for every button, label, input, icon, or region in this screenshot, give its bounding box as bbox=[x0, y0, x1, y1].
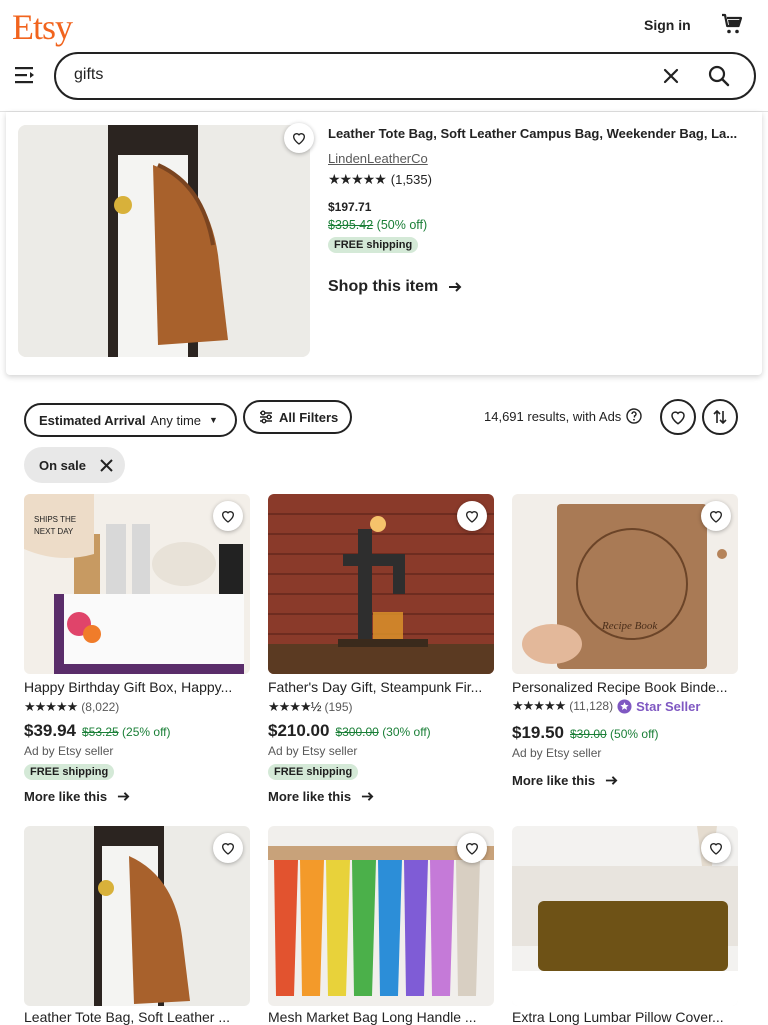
sign-in-link[interactable]: Sign in bbox=[644, 17, 691, 33]
listing-price: $210.00 $300.00 (30% off) bbox=[268, 721, 431, 740]
featured-shop-link[interactable]: LindenLeatherCo bbox=[328, 151, 428, 166]
save-search-button[interactable] bbox=[660, 399, 696, 435]
arrow-right-icon bbox=[362, 792, 374, 801]
listing-title[interactable]: Father's Day Gift, Steampunk Fir... bbox=[268, 679, 494, 695]
arrow-right-icon bbox=[118, 792, 130, 801]
svg-text:SHIPS THE: SHIPS THE bbox=[34, 515, 76, 524]
star-rating-icon: ★★★★★ bbox=[328, 171, 387, 187]
star-seller-badge: Star Seller bbox=[617, 699, 700, 714]
featured-price: $197.71 bbox=[328, 200, 372, 214]
svg-text:NEXT DAY: NEXT DAY bbox=[34, 527, 74, 536]
heart-icon bbox=[709, 843, 723, 855]
favorite-button[interactable] bbox=[701, 833, 731, 863]
favorite-button[interactable] bbox=[213, 833, 243, 863]
ad-label: Ad by Etsy seller bbox=[24, 744, 114, 758]
favorite-button[interactable] bbox=[284, 123, 314, 153]
shop-this-item-link[interactable]: Shop this item bbox=[328, 278, 462, 296]
search-input[interactable]: gifts bbox=[74, 66, 103, 84]
close-icon bbox=[100, 458, 113, 472]
arrow-right-icon bbox=[606, 776, 618, 785]
clear-icon[interactable] bbox=[660, 65, 682, 87]
featured-listing-image[interactable] bbox=[18, 125, 310, 357]
sort-arrows-icon bbox=[713, 409, 727, 425]
favorite-button[interactable] bbox=[701, 501, 731, 531]
etsy-logo[interactable]: Etsy bbox=[12, 6, 73, 48]
ad-label: Ad by Etsy seller bbox=[268, 744, 358, 758]
estimated-arrival-filter[interactable]: Estimated Arrival Any time ▼ bbox=[24, 403, 237, 437]
more-like-this-link[interactable]: More like this bbox=[512, 773, 618, 788]
sort-button[interactable] bbox=[702, 399, 738, 435]
help-icon bbox=[626, 408, 643, 424]
star-seller-icon bbox=[617, 698, 632, 714]
listing-rating: ★★★★★ (11,128) Star Seller bbox=[512, 698, 701, 714]
favorite-button[interactable] bbox=[213, 501, 243, 531]
heart-icon bbox=[221, 511, 235, 523]
search-icon[interactable] bbox=[706, 63, 732, 89]
on-sale-chip[interactable]: On sale bbox=[24, 447, 125, 483]
listing-price: $19.50 $39.00 (50% off) bbox=[512, 723, 659, 742]
filter-sliders-icon bbox=[260, 410, 272, 424]
all-filters-button[interactable]: All Filters bbox=[243, 400, 352, 434]
free-shipping-badge: FREE shipping bbox=[268, 764, 359, 780]
favorite-button[interactable] bbox=[457, 501, 487, 531]
listing-title[interactable]: Leather Tote Bag, Soft Leather ... bbox=[24, 1009, 250, 1025]
heart-icon bbox=[465, 511, 479, 523]
arrow-right-icon bbox=[449, 282, 462, 292]
listing-title[interactable]: Extra Long Lumbar Pillow Cover... bbox=[512, 1009, 738, 1025]
listing-title[interactable]: Mesh Market Bag Long Handle ... bbox=[268, 1009, 494, 1025]
heart-icon bbox=[709, 511, 723, 523]
heart-icon bbox=[292, 133, 306, 145]
free-shipping-badge: FREE shipping bbox=[24, 764, 115, 780]
cart-icon[interactable] bbox=[720, 12, 744, 36]
listing-rating: ★★★★★ (8,022) bbox=[24, 699, 120, 714]
favorite-button[interactable] bbox=[457, 833, 487, 863]
free-shipping-badge: FREE shipping bbox=[328, 237, 419, 253]
results-count: 14,691 results, with Ads bbox=[484, 408, 643, 424]
featured-rating: ★★★★★ (1,535) bbox=[328, 171, 432, 188]
listing-rating: ★★★★½ (195) bbox=[268, 699, 353, 714]
listing-price: $39.94 $53.25 (25% off) bbox=[24, 721, 171, 740]
heart-icon bbox=[671, 411, 685, 425]
heart-icon bbox=[465, 843, 479, 855]
listing-title[interactable]: Personalized Recipe Book Binde... bbox=[512, 679, 738, 695]
featured-original-price: $395.42 (50% off) bbox=[328, 218, 428, 232]
caret-down-icon: ▼ bbox=[209, 415, 218, 425]
featured-title[interactable]: Leather Tote Bag, Soft Leather Campus Ba… bbox=[328, 126, 744, 141]
search-bar[interactable] bbox=[54, 52, 756, 100]
svg-text:Recipe Book: Recipe Book bbox=[601, 620, 658, 632]
ad-label: Ad by Etsy seller bbox=[512, 746, 602, 760]
star-rating-icon: ★★★★★ bbox=[512, 698, 566, 713]
more-like-this-link[interactable]: More like this bbox=[24, 789, 130, 804]
listing-title[interactable]: Happy Birthday Gift Box, Happy... bbox=[24, 679, 250, 695]
more-like-this-link[interactable]: More like this bbox=[268, 789, 374, 804]
heart-icon bbox=[221, 843, 235, 855]
rating-count: (1,535) bbox=[390, 172, 432, 187]
star-rating-icon: ★★★★½ bbox=[268, 699, 321, 714]
menu-icon[interactable] bbox=[14, 64, 36, 86]
star-rating-icon: ★★★★★ bbox=[24, 699, 78, 714]
